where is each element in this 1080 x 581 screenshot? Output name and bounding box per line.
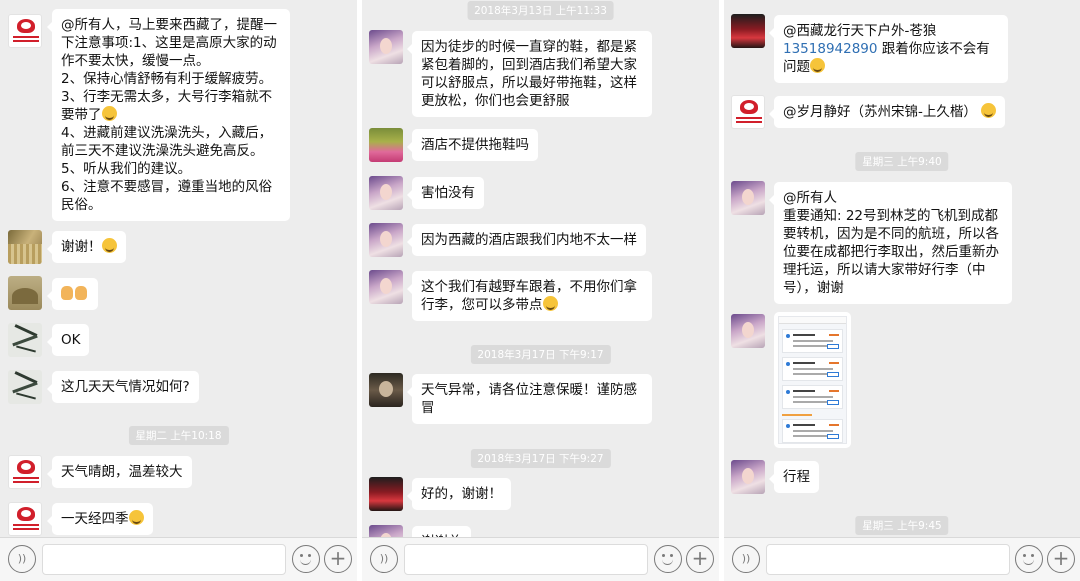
message-text: OK [61,332,81,348]
timestamp: 星期三 上午9:45 [855,516,949,535]
timestamp: 2018年3月17日 下午9:17 [470,345,611,364]
avatar-user[interactable] [8,230,42,264]
avatar-guide[interactable] [369,176,403,210]
message-text: @所有人，马上要来西藏了，提醒一下注意事项:1、这里是高原大家的动作不要太快，缓… [61,17,277,123]
message-bubble: 这几天天气情况如何? [47,371,199,403]
avatar-tour-logo[interactable] [8,14,42,48]
message-bubble: 好的，谢谢！ [407,478,511,510]
timestamp: 星期二 上午10:18 [128,426,229,445]
timestamp: 2018年3月13日 上午11:33 [467,1,614,20]
plus-icon[interactable]: + [686,545,714,573]
message-text: 一天经四季 [61,511,129,527]
emoji-smile-icon [542,296,558,311]
message-input[interactable] [766,544,1010,575]
message-bubble: 害怕没有 [407,177,484,209]
clap-hands-icon [61,286,73,300]
message-bubble: @所有人，马上要来西藏了，提醒一下注意事项:1、这里是高原大家的动作不要太快，缓… [47,9,290,221]
message-text: 这个我们有越野车跟着，不用你们拿行李，您可以多带点 [421,279,637,313]
avatar-guide[interactable] [731,181,765,215]
message-bubble: 一天经四季 [47,503,153,535]
timestamp: 星期三 上午9:40 [855,152,949,171]
input-bar: )) + [0,537,357,581]
input-bar: )) + [724,537,1080,581]
itinerary-screenshot [778,316,847,444]
avatar-user[interactable] [369,128,403,162]
message-bubble: 这个我们有越野车跟着，不用你们拿行李，您可以多带点 [407,271,652,321]
clap-hands-icon [75,286,87,300]
message-bubble: 因为西藏的酒店跟我们内地不太一样 [407,224,646,256]
emoji-icon[interactable] [292,545,320,573]
emoji-smile-icon [810,58,825,73]
itinerary-screenshot-image[interactable] [774,312,851,448]
chat-panel-2: 2018年3月13日 上午11:33 因为徒步的时候一直穿的鞋，都是紧紧包着脚的… [362,0,719,581]
emoji-icon[interactable] [1015,545,1043,573]
plus-icon[interactable]: + [1047,545,1075,573]
message-bubble: @岁月静好（苏州宋锦-上久楷） [768,96,1006,128]
message-bubble: 行程 [769,461,819,493]
message-text: @岁月静好（苏州宋锦-上久楷） [783,104,977,120]
avatar-user[interactable] [8,370,42,404]
voice-icon[interactable]: )) [732,545,760,573]
avatar-user[interactable] [369,373,403,407]
emoji-tongue-icon [981,103,997,118]
timestamp: 2018年3月17日 下午9:27 [470,449,611,468]
message-input[interactable] [404,544,648,575]
chat-panel-3: @西藏龙行天下户外-苍狼 13518942890 跟着你应该不会有问题 @岁月静… [724,0,1080,581]
message-bubble: 天气晴朗，温差较大 [47,456,192,488]
avatar-user[interactable] [369,477,403,511]
message-text: @西藏龙行天下户外-苍狼 [783,23,937,39]
message-bubble: 因为徒步的时候一直穿的鞋，都是紧紧包着脚的，回到酒店我们希望大家可以舒服点，所以… [407,31,652,117]
message-bubble: 天气异常，请各位注意保暖！谨防感冒 [407,374,652,424]
avatar-user[interactable] [731,14,765,48]
avatar-tour-logo[interactable] [731,95,765,129]
avatar-guide[interactable] [369,223,403,257]
voice-icon[interactable]: )) [8,545,36,573]
message-text: 这几天天气情况如何? [61,379,190,395]
message-text: 4、进藏前建议洗澡洗头，入藏后，前三天不建议洗澡洗头避免高反。 5、听从我们的建… [61,125,273,213]
message-bubble: 酒店不提供拖鞋吗 [407,129,538,161]
chat-screenshots: @所有人，马上要来西藏了，提醒一下注意事项:1、这里是高原大家的动作不要太快，缓… [0,0,1080,581]
avatar-guide[interactable] [731,460,765,494]
avatar-guide[interactable] [369,30,403,64]
input-bar: )) + [362,537,719,581]
avatar-user[interactable] [8,276,42,310]
message-bubble: @所有人 重要通知: 22号到林芝的飞机到成都要转机，因为是不同的航班，所以各位… [769,182,1012,304]
emoji-grin-icon [101,238,117,253]
message-text: 天气晴朗，温差较大 [61,464,183,480]
emoji-icon[interactable] [654,545,682,573]
plus-icon[interactable]: + [324,545,352,573]
chat-panel-1: @所有人，马上要来西藏了，提醒一下注意事项:1、这里是高原大家的动作不要太快，缓… [0,0,357,581]
avatar-guide[interactable] [369,270,403,304]
message-bubble [47,278,98,310]
message-bubble: OK [46,324,90,356]
message-bubble: @西藏龙行天下户外-苍狼 13518942890 跟着你应该不会有问题 [769,15,1008,83]
emoji-smile-icon [101,106,117,121]
message-text: 谢谢！ [61,239,102,255]
emoji-grin-icon [128,510,144,525]
message-bubble: 谢谢！ [47,231,126,263]
avatar-guide[interactable] [731,314,765,348]
phone-link[interactable]: 13518942890 [783,41,877,57]
avatar-tour-logo[interactable] [8,502,42,536]
message-input[interactable] [42,544,286,575]
voice-icon[interactable]: )) [370,545,398,573]
avatar-user[interactable] [8,323,42,357]
avatar-tour-logo[interactable] [8,455,42,489]
